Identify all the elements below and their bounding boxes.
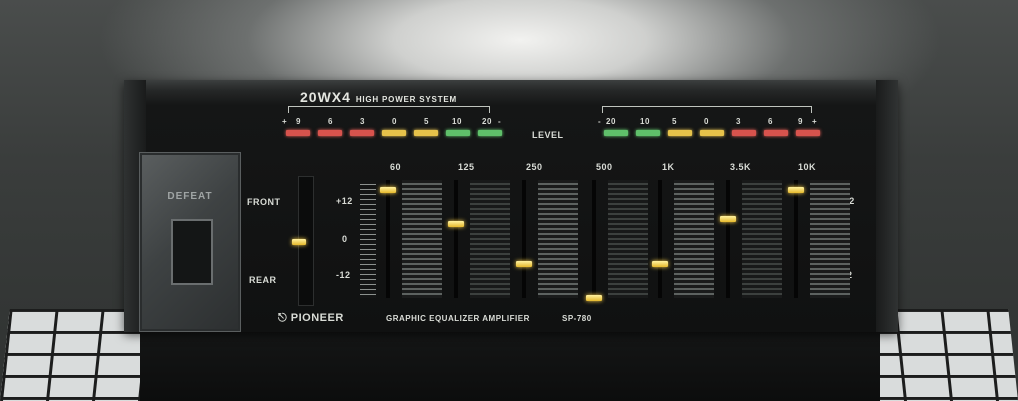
front-label: FRONT — [247, 197, 281, 207]
left-meter-tick: 10 — [452, 117, 462, 126]
right-meter-tick: 5 — [672, 117, 677, 126]
power-title: 20WX4 HIGH POWER SYSTEM — [300, 89, 457, 105]
band-fader-track[interactable] — [538, 180, 578, 298]
level-led-right-1 — [604, 130, 628, 136]
left-meter-sign-minus: - — [498, 117, 502, 126]
power-rating: 20WX4 — [300, 89, 351, 105]
scale-left-top: +12 — [336, 196, 353, 206]
band-slider-slot — [454, 180, 458, 298]
band-label-1k: 1K — [662, 162, 675, 172]
right-meter-sign-minus: - — [598, 117, 602, 126]
band-slider-knob[interactable] — [380, 186, 396, 193]
band-label-10k: 10K — [798, 162, 817, 172]
right-meter-tick: 10 — [640, 117, 650, 126]
pioneer-logo: ⎋ PIONEER — [278, 312, 344, 325]
band-fader-track[interactable] — [742, 180, 782, 298]
unit-base-shadow — [140, 323, 880, 401]
pioneer-logo-icon: ⎋ — [278, 312, 288, 324]
left-meter-tick: 9 — [296, 117, 301, 126]
band-fader-track[interactable] — [674, 180, 714, 298]
level-led-left-4 — [382, 130, 406, 136]
band-label-125: 125 — [458, 162, 475, 172]
band-fader-track[interactable] — [402, 180, 442, 298]
band-slider-knob[interactable] — [516, 260, 532, 267]
band-fader-track[interactable] — [810, 180, 850, 298]
right-meter-sign-plus: + — [812, 117, 818, 126]
level-led-right-2 — [636, 130, 660, 136]
model-description: GRAPHIC EQUALIZER AMPLIFIER — [386, 314, 530, 323]
band-slider-slot — [386, 180, 390, 298]
right-meter-bracket — [602, 106, 812, 113]
rear-label: REAR — [249, 275, 277, 285]
level-led-left-1 — [286, 130, 310, 136]
level-led-right-5 — [732, 130, 756, 136]
band-slider-knob[interactable] — [448, 221, 464, 228]
brand-name: PIONEER — [290, 312, 344, 324]
defeat-indicator-window — [171, 219, 213, 285]
level-led-left-6 — [446, 130, 470, 136]
left-meter-tick: 0 — [392, 117, 397, 126]
level-led-right-4 — [700, 130, 724, 136]
band-label-60: 60 — [390, 162, 402, 172]
left-meter-tick: 20 — [482, 117, 492, 126]
scale-ticks-left — [360, 180, 376, 298]
level-led-left-5 — [414, 130, 438, 136]
band-slider-slot — [592, 180, 596, 298]
level-led-right-6 — [764, 130, 788, 136]
right-meter-tick: 3 — [736, 117, 741, 126]
right-meter-tick: 9 — [798, 117, 803, 126]
band-fader-track[interactable] — [608, 180, 648, 298]
band-label-250: 250 — [526, 162, 543, 172]
power-subtitle: HIGH POWER SYSTEM — [355, 95, 457, 104]
band-slider-slot — [726, 180, 730, 298]
level-led-left-7 — [478, 130, 502, 136]
band-slider-slot — [522, 180, 526, 298]
right-meter-tick: 6 — [768, 117, 773, 126]
level-led-left-3 — [350, 130, 374, 136]
left-meter-tick: 3 — [360, 117, 365, 126]
left-meter-bracket — [288, 106, 490, 113]
defeat-label: DEFEAT — [167, 191, 213, 202]
fader-balance-knob[interactable] — [292, 239, 306, 245]
level-led-right-7 — [796, 130, 820, 136]
band-slider-knob[interactable] — [652, 260, 668, 267]
band-slider-knob[interactable] — [788, 186, 804, 193]
level-led-left-2 — [318, 130, 342, 136]
band-slider-knob[interactable] — [586, 295, 602, 301]
band-label-3-5k: 3.5K — [730, 162, 752, 172]
defeat-button[interactable]: DEFEAT — [139, 152, 241, 332]
band-fader-track[interactable] — [470, 180, 510, 298]
left-meter-tick: 6 — [328, 117, 333, 126]
left-meter-tick: 5 — [424, 117, 429, 126]
level-led-right-3 — [668, 130, 692, 136]
right-end-cap — [876, 80, 898, 332]
left-meter-sign-plus: + — [282, 117, 288, 126]
band-slider-slot — [658, 180, 662, 298]
right-meter-tick: 0 — [704, 117, 709, 126]
scale-left-bottom: -12 — [336, 270, 351, 280]
model-number: SP-780 — [562, 314, 592, 323]
level-label: LEVEL — [532, 130, 564, 140]
band-label-500: 500 — [596, 162, 613, 172]
band-slider-knob[interactable] — [720, 216, 736, 223]
right-meter-tick: 20 — [606, 117, 616, 126]
scale-left-mid: 0 — [342, 234, 348, 244]
band-slider-slot — [794, 180, 798, 298]
